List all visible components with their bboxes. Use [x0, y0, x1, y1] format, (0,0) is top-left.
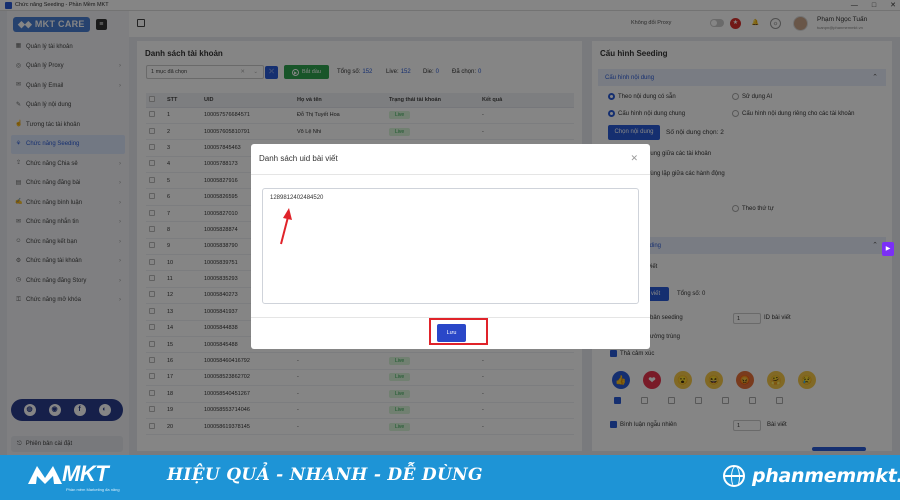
arrow-head [283, 208, 292, 220]
banner-logo: MKT [28, 461, 109, 487]
arrow-shaft [280, 216, 289, 245]
banner-brand: MKT [62, 461, 109, 486]
modal-title: Danh sách uid bài viết [259, 154, 338, 163]
mkt-logo-icon [28, 466, 62, 484]
banner-slogan: HIỆU QUẢ - NHANH - DỄ DÙNG [167, 465, 483, 485]
divider [251, 174, 650, 175]
globe-icon [723, 465, 745, 487]
uid-textarea[interactable]: 1289812402484520 [262, 188, 639, 304]
banner-subtitle: Phần mềm Marketing đa năng [66, 487, 120, 492]
annotation-arrow [280, 208, 292, 245]
uid-list-modal: Danh sách uid bài viết ✕ 128981240248452… [251, 144, 650, 349]
site-url: phanmemmkt.vn [752, 465, 900, 487]
banner-site: phanmemmkt.vn [723, 465, 900, 487]
close-icon[interactable]: ✕ [630, 153, 638, 164]
promo-banner: MKT Phần mềm Marketing đa năng HIỆU QUẢ … [0, 455, 900, 500]
side-expand-icon[interactable]: ▶ [882, 242, 894, 256]
highlight-box [429, 318, 488, 345]
